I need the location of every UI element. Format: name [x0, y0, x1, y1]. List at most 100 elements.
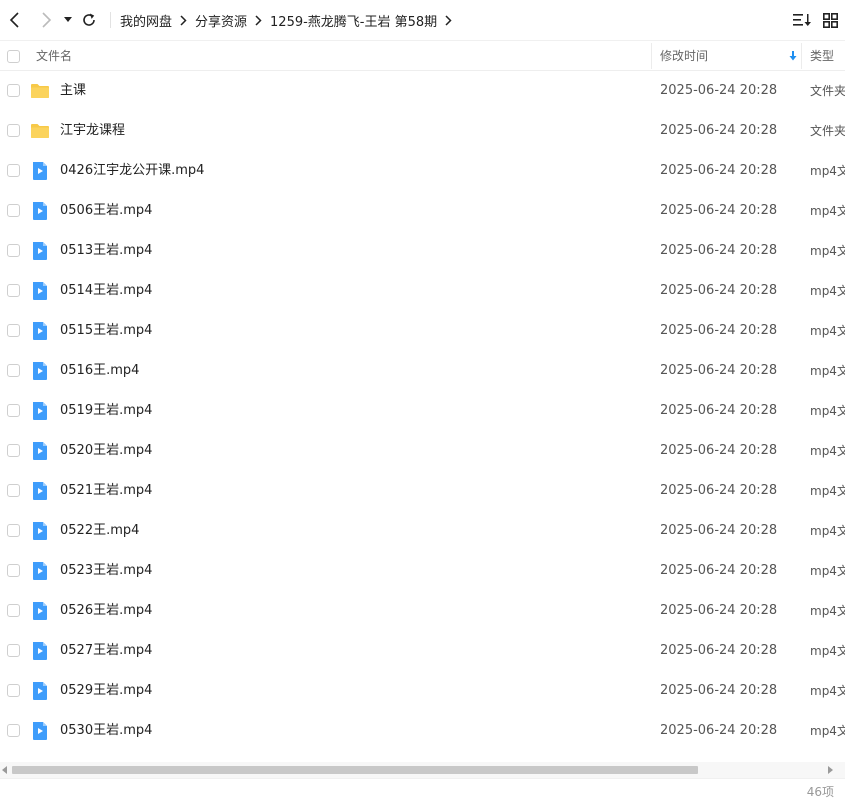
table-row[interactable]: 0426江宇龙公开课.mp4 2025-06-24 20:28 mp4文件	[0, 151, 845, 191]
table-row[interactable]: 0527王岩.mp4 2025-06-24 20:28 mp4文件	[0, 631, 845, 671]
video-file-icon	[30, 321, 50, 341]
horizontal-scrollbar[interactable]	[0, 762, 845, 778]
sort-button[interactable]	[792, 10, 812, 30]
row-checkbox[interactable]	[7, 364, 20, 377]
file-name[interactable]: 0527王岩.mp4	[60, 631, 152, 671]
file-name[interactable]: 0529王岩.mp4	[60, 671, 152, 711]
table-row[interactable]: 0530王岩.mp4 2025-06-24 20:28 mp4文件	[0, 711, 845, 751]
file-type: mp4文件	[810, 564, 845, 578]
back-button[interactable]	[5, 10, 25, 30]
breadcrumb-item-my-drive[interactable]: 我的网盘	[120, 11, 172, 30]
video-file-icon	[30, 561, 50, 581]
modified-time: 2025-06-24 20:28	[660, 283, 778, 298]
file-name[interactable]: 0515王岩.mp4	[60, 311, 152, 351]
file-name[interactable]: 0526王岩.mp4	[60, 591, 152, 631]
table-row[interactable]: 0521王岩.mp4 2025-06-24 20:28 mp4文件	[0, 471, 845, 511]
video-file-icon	[30, 721, 50, 741]
column-header-name[interactable]: 文件名	[36, 41, 636, 71]
table-row[interactable]: 0522王.mp4 2025-06-24 20:28 mp4文件	[0, 511, 845, 551]
row-checkbox[interactable]	[7, 444, 20, 457]
file-type: mp4文件	[810, 324, 845, 338]
table-row[interactable]: 0526王岩.mp4 2025-06-24 20:28 mp4文件	[0, 591, 845, 631]
scrollbar-thumb[interactable]	[12, 766, 698, 774]
breadcrumb: 我的网盘 分享资源 1259-燕龙腾飞-王岩 第58期	[120, 0, 460, 40]
row-checkbox[interactable]	[7, 84, 20, 97]
refresh-button[interactable]	[79, 10, 99, 30]
modified-time: 2025-06-24 20:28	[660, 363, 778, 378]
video-file-icon	[30, 201, 50, 221]
file-type: mp4文件	[810, 284, 845, 298]
row-checkbox[interactable]	[7, 324, 20, 337]
column-divider[interactable]	[651, 43, 652, 69]
row-checkbox[interactable]	[7, 284, 20, 297]
chevron-right-icon	[255, 14, 262, 26]
row-checkbox[interactable]	[7, 644, 20, 657]
modified-time: 2025-06-24 20:28	[660, 683, 778, 698]
row-checkbox[interactable]	[7, 244, 20, 257]
row-checkbox[interactable]	[7, 404, 20, 417]
table-row[interactable]: 0520王岩.mp4 2025-06-24 20:28 mp4文件	[0, 431, 845, 471]
file-name[interactable]: 0530王岩.mp4	[60, 711, 152, 751]
row-checkbox[interactable]	[7, 684, 20, 697]
column-divider[interactable]	[801, 43, 802, 69]
file-name[interactable]: 0514王岩.mp4	[60, 271, 152, 311]
file-name[interactable]: 0426江宇龙公开课.mp4	[60, 151, 204, 191]
video-file-icon	[30, 681, 50, 701]
row-checkbox[interactable]	[7, 604, 20, 617]
file-name[interactable]: 0516王.mp4	[60, 351, 139, 391]
file-name[interactable]: 0513王岩.mp4	[60, 231, 152, 271]
folder-icon	[30, 81, 50, 101]
modified-time: 2025-06-24 20:28	[660, 483, 778, 498]
file-type: mp4文件	[810, 644, 845, 658]
view-mode-button[interactable]	[820, 10, 840, 30]
scroll-right-arrow-icon[interactable]	[828, 766, 833, 774]
row-checkbox[interactable]	[7, 524, 20, 537]
row-checkbox[interactable]	[7, 724, 20, 737]
file-type: mp4文件	[810, 604, 845, 618]
video-file-icon	[30, 401, 50, 421]
chevron-right-icon[interactable]	[445, 14, 452, 26]
table-row[interactable]: 0506王岩.mp4 2025-06-24 20:28 mp4文件	[0, 191, 845, 231]
table-row[interactable]: 0513王岩.mp4 2025-06-24 20:28 mp4文件	[0, 231, 845, 271]
row-checkbox[interactable]	[7, 484, 20, 497]
table-row[interactable]: 0515王岩.mp4 2025-06-24 20:28 mp4文件	[0, 311, 845, 351]
modified-time: 2025-06-24 20:28	[660, 643, 778, 658]
file-type: mp4文件	[810, 684, 845, 698]
file-name[interactable]: 0520王岩.mp4	[60, 431, 152, 471]
file-name[interactable]: 江宇龙课程	[60, 111, 125, 151]
file-name[interactable]: 0523王岩.mp4	[60, 551, 152, 591]
forward-button[interactable]	[36, 10, 56, 30]
file-type: 文件夹	[810, 124, 845, 138]
table-row[interactable]: 0529王岩.mp4 2025-06-24 20:28 mp4文件	[0, 671, 845, 711]
column-header-type[interactable]: 类型	[810, 41, 845, 71]
table-row[interactable]: 0523王岩.mp4 2025-06-24 20:28 mp4文件	[0, 551, 845, 591]
refresh-icon	[83, 13, 95, 26]
file-name[interactable]: 0521王岩.mp4	[60, 471, 152, 511]
file-name[interactable]: 0506王岩.mp4	[60, 191, 152, 231]
select-all-checkbox[interactable]	[7, 50, 20, 63]
sort-descending-icon[interactable]	[788, 49, 798, 63]
file-name[interactable]: 0522王.mp4	[60, 511, 139, 551]
row-checkbox[interactable]	[7, 204, 20, 217]
row-checkbox[interactable]	[7, 124, 20, 137]
row-checkbox[interactable]	[7, 564, 20, 577]
table-row[interactable]: 主课 2025-06-24 20:28 文件夹	[0, 71, 845, 111]
file-name[interactable]: 0519王岩.mp4	[60, 391, 152, 431]
chevron-right-icon	[180, 14, 187, 26]
sort-list-icon	[793, 14, 811, 26]
scroll-left-arrow-icon[interactable]	[2, 766, 7, 774]
history-dropdown-button[interactable]	[59, 10, 77, 30]
file-name[interactable]: 主课	[60, 71, 86, 111]
column-header-modified[interactable]: 修改时间	[660, 41, 780, 71]
chevron-left-icon	[9, 12, 19, 28]
breadcrumb-item-shared[interactable]: 分享资源	[195, 11, 247, 30]
table-row[interactable]: 0519王岩.mp4 2025-06-24 20:28 mp4文件	[0, 391, 845, 431]
table-row[interactable]: 江宇龙课程 2025-06-24 20:28 文件夹	[0, 111, 845, 151]
modified-time: 2025-06-24 20:28	[660, 523, 778, 538]
breadcrumb-item-current[interactable]: 1259-燕龙腾飞-王岩 第58期	[270, 11, 437, 30]
table-row[interactable]: 0516王.mp4 2025-06-24 20:28 mp4文件	[0, 351, 845, 391]
folder-icon	[30, 121, 50, 141]
status-bar: 46项	[0, 778, 845, 805]
row-checkbox[interactable]	[7, 164, 20, 177]
table-row[interactable]: 0514王岩.mp4 2025-06-24 20:28 mp4文件	[0, 271, 845, 311]
